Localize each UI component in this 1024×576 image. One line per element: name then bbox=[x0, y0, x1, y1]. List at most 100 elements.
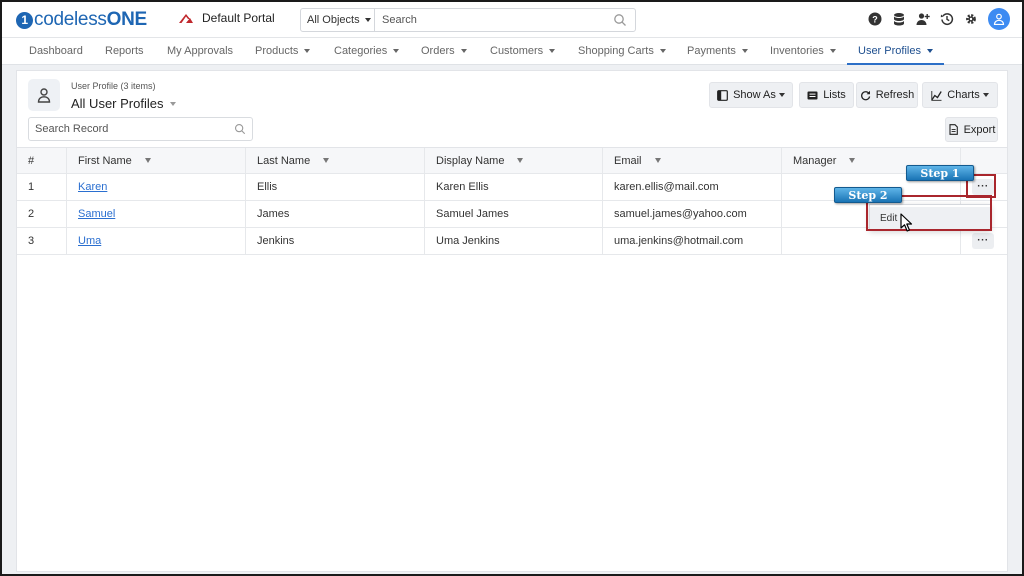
nav-my-approvals[interactable]: My Approvals bbox=[167, 38, 233, 65]
sort-icon[interactable] bbox=[323, 158, 330, 163]
export-button[interactable]: Export bbox=[945, 117, 998, 142]
row-number: 3 bbox=[17, 228, 67, 254]
sort-icon[interactable] bbox=[654, 158, 661, 163]
column-header-first-name[interactable]: First Name bbox=[67, 148, 246, 173]
cell-email: karen.ellis@mail.com bbox=[603, 174, 782, 200]
step1-badge: Step 1 bbox=[906, 165, 974, 181]
add-user-icon[interactable] bbox=[916, 12, 930, 26]
chevron-down-icon bbox=[926, 49, 933, 54]
nav-customers[interactable]: Customers bbox=[490, 38, 556, 65]
app-window: 1 codeless ONE Default Portal All Objects bbox=[2, 2, 1022, 574]
brand-logo[interactable]: 1 codeless ONE bbox=[16, 9, 147, 31]
cell-last-name: James bbox=[246, 201, 425, 227]
nav-label: Customers bbox=[490, 45, 544, 57]
nav-label: My Approvals bbox=[167, 45, 234, 57]
history-icon[interactable] bbox=[940, 12, 954, 26]
header-tools: ? bbox=[858, 8, 1010, 30]
record-link[interactable]: Samuel bbox=[78, 208, 115, 220]
show-as-button[interactable]: Show As bbox=[709, 82, 793, 108]
top-header: 1 codeless ONE Default Portal All Objects bbox=[2, 2, 1022, 38]
row-number: 1 bbox=[17, 174, 67, 200]
portal-selector[interactable]: Default Portal bbox=[178, 11, 275, 25]
list-icon bbox=[807, 91, 818, 99]
nav-shopping-carts[interactable]: Shopping Carts bbox=[578, 38, 666, 65]
column-header-email[interactable]: Email bbox=[603, 148, 782, 173]
column-header-display-name[interactable]: Display Name bbox=[425, 148, 603, 173]
cell-email: samuel.james@yahoo.com bbox=[603, 201, 782, 227]
nav-label: Categories bbox=[334, 45, 388, 57]
step1-label: Step 1 bbox=[920, 166, 960, 180]
user-icon bbox=[993, 13, 1005, 25]
nav-payments[interactable]: Payments bbox=[687, 38, 748, 65]
search-icon[interactable] bbox=[613, 13, 627, 27]
nav-label: Orders bbox=[421, 45, 455, 57]
row-actions-button[interactable]: ··· bbox=[972, 233, 994, 249]
help-icon[interactable]: ? bbox=[868, 12, 882, 26]
chevron-down-icon bbox=[549, 49, 556, 54]
record-search-input[interactable] bbox=[29, 123, 234, 135]
nav-reports[interactable]: Reports bbox=[105, 38, 144, 65]
brand-name-b: ONE bbox=[106, 9, 148, 30]
nav-products[interactable]: Products bbox=[255, 38, 311, 65]
cell-display-name: Uma Jenkins bbox=[425, 228, 603, 254]
chevron-down-icon bbox=[778, 93, 785, 97]
nav-inventories[interactable]: Inventories bbox=[770, 38, 836, 65]
chevron-down-icon bbox=[982, 93, 989, 97]
lists-button[interactable]: Lists bbox=[799, 82, 854, 108]
nav-label: Payments bbox=[687, 45, 736, 57]
nav-label: Shopping Carts bbox=[578, 45, 654, 57]
step2-badge: Step 2 bbox=[834, 187, 902, 203]
nav-label: Inventories bbox=[770, 45, 824, 57]
cell-last-name: Ellis bbox=[246, 174, 425, 200]
nav-dashboard[interactable]: Dashboard bbox=[29, 38, 83, 65]
nav-label: Dashboard bbox=[29, 45, 83, 57]
nav-categories[interactable]: Categories bbox=[334, 38, 400, 65]
cell-manager bbox=[782, 228, 961, 254]
cell-first-name: Uma bbox=[67, 228, 246, 254]
brand-mark-icon: 1 bbox=[16, 11, 33, 29]
row-number: 2 bbox=[17, 201, 67, 227]
chart-icon bbox=[931, 90, 943, 101]
export-label: Export bbox=[963, 123, 996, 136]
record-count-label: User Profile (3 items) bbox=[71, 81, 156, 91]
record-link[interactable]: Karen bbox=[78, 181, 107, 193]
record-search bbox=[28, 117, 253, 141]
record-link[interactable]: Uma bbox=[78, 235, 101, 247]
charts-label: Charts bbox=[947, 89, 980, 101]
cell-email: uma.jenkins@hotmail.com bbox=[603, 228, 782, 254]
user-profile-icon bbox=[28, 79, 60, 111]
charts-button[interactable]: Charts bbox=[922, 82, 998, 108]
refresh-button[interactable]: Refresh bbox=[856, 82, 918, 108]
global-search-input[interactable] bbox=[375, 9, 613, 31]
chevron-down-icon bbox=[364, 18, 371, 22]
nav-label: Reports bbox=[105, 45, 144, 57]
cell-first-name: Samuel bbox=[67, 201, 246, 227]
step2-label: Step 2 bbox=[848, 188, 888, 202]
table-row: 3 Uma Jenkins Uma Jenkins uma.jenkins@ho… bbox=[17, 228, 1007, 255]
chevron-down-icon bbox=[170, 101, 177, 106]
main-nav: Dashboard Reports My Approvals Products … bbox=[2, 38, 1022, 65]
cell-actions: ··· bbox=[961, 228, 1007, 254]
column-header-label: Display Name bbox=[436, 154, 505, 167]
table-header-row: # First Name Last Name Display Name Emai… bbox=[17, 147, 1007, 174]
sort-icon[interactable] bbox=[849, 158, 856, 163]
database-icon[interactable] bbox=[892, 12, 906, 26]
gear-icon[interactable] bbox=[964, 12, 978, 26]
list-view-selector[interactable]: All User Profiles bbox=[71, 96, 177, 111]
cell-display-name: Samuel James bbox=[425, 201, 603, 227]
column-header-label: # bbox=[28, 154, 35, 167]
sort-icon[interactable] bbox=[517, 158, 524, 163]
nav-label: Products bbox=[255, 45, 299, 57]
search-icon[interactable] bbox=[234, 123, 246, 135]
search-scope-dropdown[interactable]: All Objects bbox=[301, 9, 375, 31]
user-avatar[interactable] bbox=[988, 8, 1010, 30]
portal-name: Default Portal bbox=[202, 11, 275, 25]
search-scope-label: All Objects bbox=[307, 14, 360, 26]
nav-user-profiles[interactable]: User Profiles bbox=[847, 38, 944, 65]
nav-orders[interactable]: Orders bbox=[421, 38, 467, 65]
sort-icon[interactable] bbox=[144, 158, 151, 163]
column-header-last-name[interactable]: Last Name bbox=[246, 148, 425, 173]
mouse-cursor-icon bbox=[900, 213, 913, 232]
cell-first-name: Karen bbox=[67, 174, 246, 200]
chevron-down-icon bbox=[659, 49, 666, 54]
